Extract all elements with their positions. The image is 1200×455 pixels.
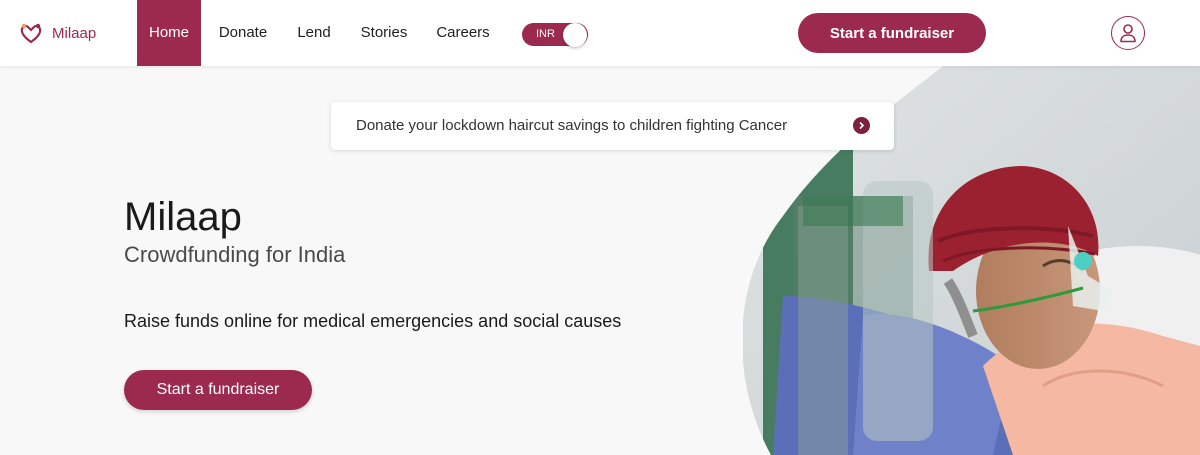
- top-navbar: Milaap Home Donate Lend Stories Careers …: [0, 0, 1200, 66]
- hero-description: Raise funds online for medical emergenci…: [124, 311, 622, 331]
- brand-logo[interactable]: Milaap: [18, 22, 96, 44]
- brand-name: Milaap: [52, 24, 97, 42]
- account-button[interactable]: [1111, 16, 1145, 50]
- nav-home[interactable]: Home: [137, 0, 201, 66]
- currency-label: INR: [536, 28, 555, 40]
- currency-toggle[interactable]: INR: [522, 23, 588, 47]
- toggle-knob: [563, 23, 587, 47]
- campaign-banner[interactable]: Donate your lockdown haircut savings to …: [331, 102, 894, 150]
- user-icon: [1120, 24, 1136, 43]
- start-fundraiser-hero-button[interactable]: Start a fundraiser: [124, 370, 312, 410]
- chevron-right-icon: [853, 117, 870, 134]
- hero-title: Milaap: [124, 195, 242, 239]
- milaap-logo-icon: [20, 23, 42, 44]
- banner-text: Donate your lockdown haircut savings to …: [356, 117, 788, 134]
- nav-lend[interactable]: Lend: [288, 0, 340, 66]
- nav-stories[interactable]: Stories: [354, 0, 414, 66]
- hero-subtitle: Crowdfunding for India: [124, 242, 346, 267]
- nav-careers[interactable]: Careers: [430, 0, 496, 66]
- start-fundraiser-nav-button[interactable]: Start a fundraiser: [798, 13, 986, 53]
- nav-donate[interactable]: Donate: [211, 0, 275, 66]
